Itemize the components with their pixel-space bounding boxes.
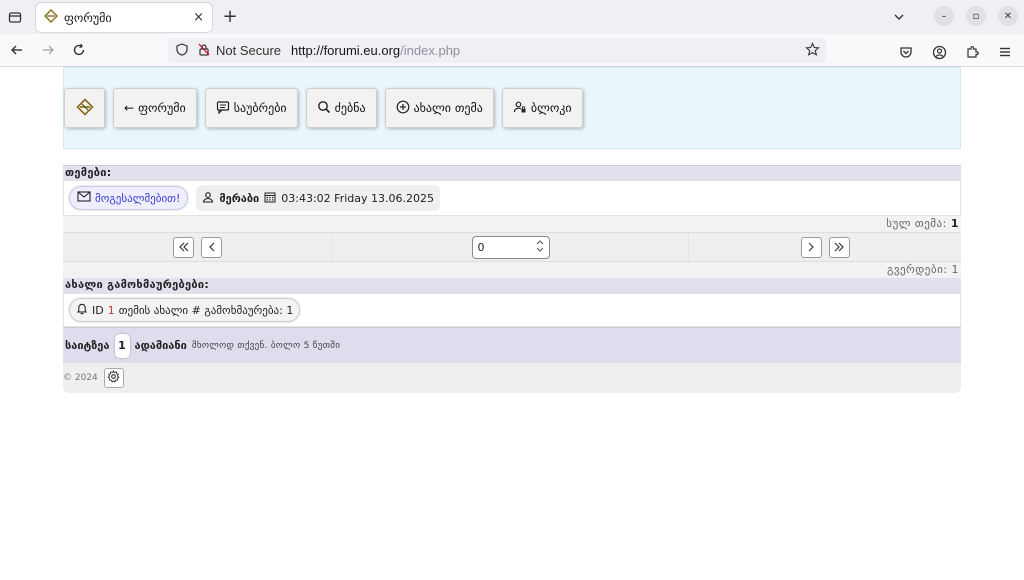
- total-topics: სულ თემა: 1: [63, 216, 961, 232]
- gear-icon: [107, 370, 120, 386]
- reply-text: თემის ახალი # გამოხმაურება: 1: [118, 303, 294, 317]
- forward-arrow-icon[interactable]: [34, 36, 62, 64]
- search-icon: [317, 100, 331, 117]
- account-icon[interactable]: [926, 38, 952, 66]
- tab-list-icon[interactable]: [0, 0, 30, 34]
- spinner-icon[interactable]: [536, 239, 544, 255]
- first-page-icon[interactable]: [173, 236, 194, 258]
- total-topics-value: 1: [950, 217, 959, 230]
- plus-circle-icon: [396, 100, 410, 117]
- user-lock-icon: [513, 100, 527, 117]
- online-count: 1: [114, 333, 130, 358]
- forum-logo-icon: [75, 97, 94, 119]
- maximize-button[interactable]: ▫: [966, 6, 986, 26]
- chevron-down-icon[interactable]: [892, 9, 906, 28]
- settings-button[interactable]: [103, 368, 124, 388]
- url-bar[interactable]: Not Secure http://forumi.eu.org/index.ph…: [168, 38, 826, 63]
- pages-value: 1: [951, 263, 959, 276]
- insecure-lock-icon[interactable]: [198, 43, 210, 59]
- topic-author: მერაბი: [219, 191, 260, 205]
- browser-tab-strip: ფორუმი × + – ▫ ✕: [0, 0, 1024, 34]
- page-number-value[interactable]: 0: [478, 241, 485, 254]
- reply-id-value: 1: [107, 303, 115, 317]
- conversations-button[interactable]: საუბრები: [204, 88, 298, 128]
- new-replies-heading: ახალი გამოხმაურებები:: [63, 278, 961, 293]
- close-window-button[interactable]: ✕: [998, 6, 1018, 26]
- chat-icon: [216, 100, 230, 117]
- topics-heading: თემები:: [63, 165, 961, 180]
- conversations-label: საუბრები: [233, 101, 287, 115]
- page-number-input[interactable]: 0: [471, 235, 550, 259]
- topic-meta: მერაბი 03:43:02 Friday 13.06.2025: [196, 185, 440, 211]
- new-topic-label: ახალი თემა: [413, 101, 483, 115]
- tab-close-icon[interactable]: ×: [193, 10, 204, 25]
- tab-title: ფორუმი: [64, 10, 112, 25]
- copyright: © 2024: [63, 373, 98, 383]
- forum-header: ← ფორუმი საუბრები ძებნა ახალი თემა ბლოკი: [63, 67, 961, 149]
- forum-page: ← ფორუმი საუბრები ძებნა ახალი თემა ბლოკი…: [63, 67, 961, 393]
- online-users-bar: საიტზეა 1 ადამიანი მხოლოდ თქვენ. ბოლო 5 …: [63, 327, 961, 363]
- shield-icon[interactable]: [176, 42, 188, 59]
- user-icon: [202, 191, 214, 206]
- forum-nav-button[interactable]: ← ფორუმი: [113, 88, 197, 128]
- welcome-topic-title[interactable]: მოგესალმებით!: [95, 192, 180, 205]
- not-secure-label[interactable]: Not Secure: [216, 43, 281, 58]
- pagination: 0: [63, 232, 961, 262]
- online-label: საიტზეა: [65, 339, 110, 352]
- minimize-button[interactable]: –: [934, 6, 954, 26]
- reload-icon[interactable]: [65, 36, 93, 64]
- envelope-icon: [77, 191, 91, 205]
- topics-list: მოგესალმებით! მერაბი 03:43:02 Friday 13.…: [63, 180, 961, 216]
- prev-page-icon[interactable]: [201, 236, 222, 258]
- browser-tab[interactable]: ფორუმი ×: [36, 3, 212, 32]
- pocket-icon[interactable]: [893, 38, 919, 66]
- site-favicon-icon: [44, 8, 58, 27]
- welcome-topic-link[interactable]: მოგესალმებით!: [69, 186, 189, 210]
- calendar-icon: [264, 191, 276, 206]
- extensions-icon[interactable]: [959, 38, 985, 66]
- block-button[interactable]: ბლოკი: [501, 88, 583, 128]
- forum-nav-label: ფორუმი: [138, 101, 186, 115]
- menu-icon[interactable]: [992, 38, 1018, 66]
- footer: © 2024: [63, 363, 961, 393]
- new-tab-button[interactable]: +: [220, 7, 240, 27]
- pages-label: გვერდები:: [886, 263, 948, 276]
- pages-count: გვერდები: 1: [63, 262, 961, 278]
- navigation-bar: Not Secure http://forumi.eu.org/index.ph…: [0, 34, 1024, 67]
- next-page-icon[interactable]: [800, 236, 822, 258]
- search-button[interactable]: ძებნა: [305, 88, 377, 128]
- last-page-icon[interactable]: [828, 236, 850, 258]
- url-path: /index.php: [400, 43, 461, 58]
- url-host: http://forumi.eu.org: [291, 43, 401, 58]
- online-suffix: ადამიანი: [134, 339, 187, 352]
- bell-icon: [76, 302, 88, 318]
- reply-id-label: ID: [92, 303, 104, 317]
- back-arrow-icon[interactable]: [3, 36, 31, 64]
- total-topics-label: სულ თემა:: [886, 217, 947, 230]
- block-label: ბლოკი: [530, 101, 572, 115]
- search-label: ძებნა: [334, 101, 366, 115]
- new-topic-button[interactable]: ახალი თემა: [384, 88, 494, 128]
- forum-logo-button[interactable]: [64, 88, 105, 128]
- new-replies-list: ID 1 თემის ახალი # გამოხმაურება: 1: [63, 293, 961, 327]
- topic-timestamp: 03:43:02 Friday 13.06.2025: [281, 191, 434, 205]
- new-reply-notification[interactable]: ID 1 თემის ახალი # გამოხმაურება: 1: [69, 298, 301, 322]
- bookmark-star-icon[interactable]: [805, 42, 820, 60]
- back-arrow-prefix: ←: [124, 101, 135, 115]
- online-note: მხოლოდ თქვენ. ბოლო 5 წუთში: [191, 340, 341, 351]
